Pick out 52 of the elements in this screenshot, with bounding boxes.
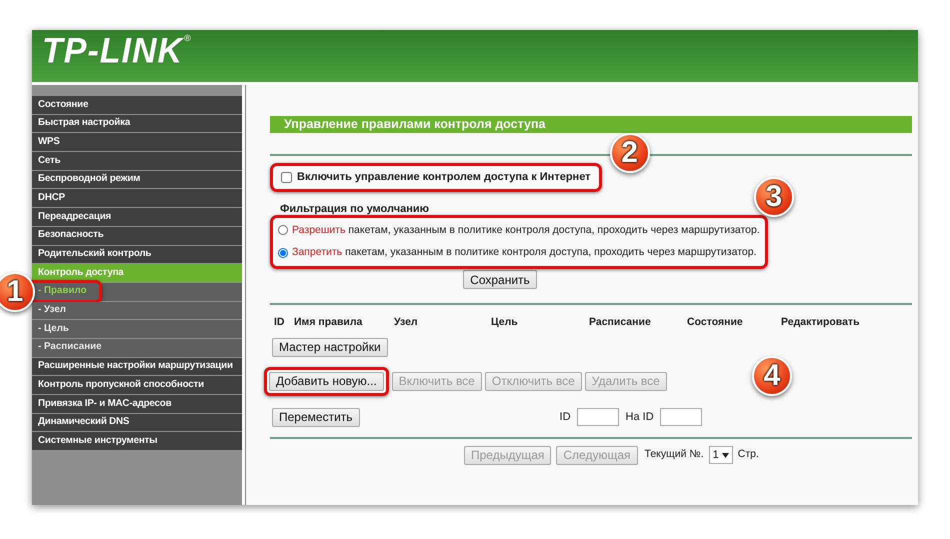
move-button[interactable]: Переместить (272, 408, 360, 427)
step-number-badge: 1 (0, 272, 35, 312)
sidebar-item[interactable]: Привязка IP- и MAC-адресов (32, 395, 242, 413)
id-label: ID (560, 410, 571, 425)
checkbox[interactable] (281, 172, 292, 183)
page-suffix: Стр. (738, 447, 759, 462)
column-header: Состояние (687, 315, 744, 330)
step-number-badge: 2 (610, 133, 650, 173)
sidebar-item[interactable]: Контроль пропускной способности (32, 376, 242, 394)
sidebar-subitem[interactable]: - Расписание (32, 338, 242, 357)
sidebar-item[interactable]: Родительский контроль (32, 246, 242, 264)
current-page-label: Текущий №. (644, 447, 704, 462)
sidebar-item[interactable]: Беспроводной режим (32, 170, 242, 188)
sidebar-item[interactable]: Безопасность (32, 226, 242, 244)
sidebar-item[interactable]: Системные инструменты (32, 432, 242, 450)
wizard-button[interactable]: Мастер настройки (272, 338, 388, 357)
section-title: Управление правилами контроля доступа (270, 116, 912, 133)
radio-label: Разрешить пакетам, указанным в политике контроля доступа, проходить через маршрутизатор. (292, 222, 760, 238)
radio-button[interactable] (278, 225, 288, 236)
sidebar-item[interactable]: Состояние (32, 96, 242, 114)
column-header: Узел (394, 315, 419, 330)
sidebar-item[interactable]: Расширенные настройки маршрутизации (32, 358, 242, 376)
add-button[interactable]: Добавить новую... (269, 372, 384, 391)
save-button[interactable]: Сохранить (463, 270, 537, 289)
sidebar-item[interactable]: Сеть (32, 152, 242, 170)
radio-button[interactable] (278, 248, 288, 258)
sidebar-item[interactable]: DHCP (32, 189, 242, 208)
sidebar-subitem[interactable]: - Узел (32, 302, 242, 320)
dropdown-arrow-icon (722, 452, 729, 458)
to-id-label: На ID (626, 410, 654, 425)
id-input[interactable] (576, 408, 619, 426)
registered-mark: ® (184, 34, 191, 43)
to-id-input[interactable] (660, 408, 702, 426)
page-number: 1 (712, 448, 719, 463)
column-header: Расписание (589, 315, 652, 330)
logo: TP-LINK (42, 33, 184, 69)
column-header: Цель (491, 315, 519, 330)
column-header: Имя правила (294, 315, 364, 330)
sidebar-item[interactable]: Динамический DNS (32, 414, 242, 432)
sidebar-subitem[interactable]: - Цель (32, 320, 242, 338)
sidebar-item[interactable]: Переадресация (32, 208, 242, 226)
step-number-badge: 4 (752, 356, 792, 396)
radio-label: Запретить пакетам, указанным в политике контроля доступа, проходить через маршрутизатор. (292, 245, 756, 260)
step-number-badge: 3 (754, 176, 794, 216)
sidebar-subitem[interactable]: - Правило (32, 282, 242, 301)
sidebar-item[interactable]: Быстрая настройка (32, 114, 242, 132)
column-header: ID (274, 315, 286, 330)
sidebar-item[interactable]: WPS (32, 133, 242, 152)
column-header: Редактировать (781, 315, 861, 330)
checkbox-label: Включить управление контролем доступа к Интернет (297, 170, 591, 185)
page-select[interactable]: 1 (708, 446, 733, 464)
filter-label: Фильтрация по умолчанию (279, 202, 430, 214)
